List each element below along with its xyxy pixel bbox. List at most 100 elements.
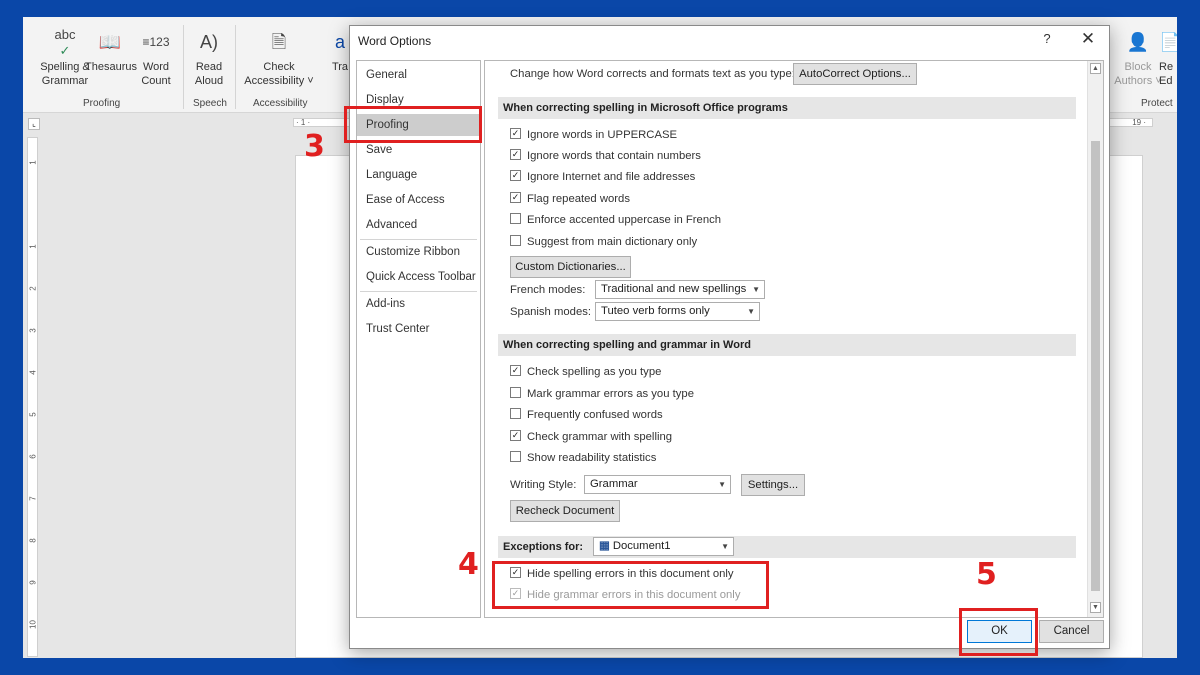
translate-icon: a (334, 32, 345, 52)
read-aloud-icon: A) (200, 32, 218, 52)
ruler-right-mark: 19 · (1132, 118, 1146, 127)
checkbox[interactable] (510, 213, 521, 224)
option-enforce-accented[interactable]: Enforce accented uppercase in French (510, 211, 721, 229)
thesaurus-label: Thesaurus (85, 61, 137, 73)
option-label: Flag repeated words (527, 193, 630, 205)
close-button[interactable]: ✕ (1078, 29, 1098, 49)
checkbox[interactable] (510, 235, 521, 246)
group-separator (235, 25, 236, 109)
option-main-dictionary[interactable]: Suggest from main dictionary only (510, 233, 697, 251)
translate-button[interactable]: a Tra (329, 27, 351, 74)
option-flag-repeated[interactable]: Flag repeated words (510, 190, 630, 208)
french-modes-value: Traditional and new spellings (601, 283, 747, 295)
checkbox[interactable] (510, 408, 521, 419)
restrict-editing-label: Re Ed (1159, 61, 1174, 87)
highlight-proofing (344, 106, 482, 143)
dialog-title: Word Options (358, 34, 432, 48)
ruler-left-mark: · 1 · (296, 118, 311, 127)
writing-style-dropdown[interactable]: Grammar ▼ (584, 475, 731, 494)
spelling-grammar-label: Spelling & Grammar (40, 61, 90, 87)
read-aloud-label: Read Aloud (194, 61, 224, 87)
translate-label: Tra (331, 61, 349, 73)
checkbox[interactable] (510, 192, 521, 203)
nav-divider (360, 291, 477, 292)
nav-item-general[interactable]: General (357, 64, 480, 86)
ruler-v-mark: 1 (28, 244, 38, 249)
ruler-v-mark: 5 (28, 412, 38, 417)
ruler-v-mark: 9 (28, 580, 38, 585)
checkbox[interactable] (510, 170, 521, 181)
writing-style-label: Writing Style: (510, 479, 577, 491)
ruler-v-mark: 7 (28, 496, 38, 501)
vertical-scrollbar[interactable]: ▲ ▼ (1087, 61, 1103, 617)
writing-style-value: Grammar (590, 478, 638, 490)
checkbox[interactable] (510, 149, 521, 160)
ruler-v-mark: 8 (28, 538, 38, 543)
cancel-button[interactable]: Cancel (1039, 620, 1104, 643)
recheck-document-button[interactable]: Recheck Document (510, 500, 620, 522)
read-aloud-button[interactable]: A) Read Aloud (189, 27, 229, 88)
checkbox[interactable] (510, 365, 521, 376)
option-check-spelling[interactable]: Check spelling as you type (510, 363, 661, 381)
nav-divider (360, 239, 477, 240)
option-label: Enforce accented uppercase in French (527, 214, 722, 226)
nav-item-ease-of-access[interactable]: Ease of Access (357, 189, 480, 211)
settings-button[interactable]: Settings... (741, 474, 805, 496)
vertical-ruler[interactable]: 1 1 2 3 4 5 6 7 8 9 10 (27, 137, 38, 657)
french-modes-label: French modes: (510, 284, 586, 296)
option-confused-words[interactable]: Frequently confused words (510, 406, 663, 424)
spanish-modes-dropdown[interactable]: Tuteo verb forms only ▼ (595, 302, 760, 321)
checkbox[interactable] (510, 430, 521, 441)
exceptions-dropdown[interactable]: ▦ Document1 ▼ (593, 537, 734, 556)
autocorrect-description: Change how Word corrects and formats tex… (510, 68, 795, 80)
option-label: Ignore words that contain numbers (527, 150, 701, 162)
option-ignore-internet[interactable]: Ignore Internet and file addresses (510, 168, 695, 186)
word-count-label: Word Count (141, 61, 171, 87)
ruler-v-mark: 6 (28, 454, 38, 459)
nav-item-language[interactable]: Language (357, 164, 480, 186)
option-ignore-uppercase[interactable]: Ignore words in UPPERCASE (510, 126, 677, 144)
group-label-proofing: Proofing (83, 98, 121, 109)
help-button[interactable]: ? (1040, 31, 1054, 46)
word-count-icon: ≡123 (142, 35, 170, 49)
nav-item-customize-ribbon[interactable]: Customize Ribbon (357, 241, 480, 263)
option-label: Mark grammar errors as you type (527, 388, 694, 400)
restrict-editing-button[interactable]: 📄 Re Ed (1159, 27, 1177, 88)
nav-item-advanced[interactable]: Advanced (357, 214, 480, 236)
step-4-label: 4 (458, 547, 479, 582)
chevron-down-icon: ▼ (752, 285, 760, 294)
french-modes-dropdown[interactable]: Traditional and new spellings ▼ (595, 280, 765, 299)
option-label: Suggest from main dictionary only (527, 236, 698, 248)
section-spelling-word: When correcting spelling and grammar in … (498, 334, 1076, 356)
option-label: Ignore words in UPPERCASE (527, 129, 678, 141)
checkbox[interactable] (510, 451, 521, 462)
checkbox[interactable] (510, 387, 521, 398)
chevron-down-icon: ▼ (718, 480, 726, 489)
word-count-button[interactable]: ≡123 Word Count (136, 27, 176, 88)
option-readability[interactable]: Show readability statistics (510, 449, 656, 467)
thesaurus-button[interactable]: 📖 Thesaurus (85, 27, 137, 74)
option-mark-grammar[interactable]: Mark grammar errors as you type (510, 385, 694, 403)
custom-dictionaries-button[interactable]: Custom Dictionaries... (510, 256, 631, 278)
scroll-down-icon[interactable]: ▼ (1090, 602, 1101, 613)
tab-selector[interactable]: ⌞ (28, 118, 40, 130)
autocorrect-options-button[interactable]: AutoCorrect Options... (793, 63, 917, 85)
option-check-grammar[interactable]: Check grammar with spelling (510, 428, 672, 446)
check-accessibility-button[interactable]: 🗎 Check Accessibility ˅ (239, 27, 319, 88)
scroll-up-icon[interactable]: ▲ (1090, 63, 1101, 74)
nav-item-add-ins[interactable]: Add-ins (357, 293, 480, 315)
nav-item-quick-access-toolbar[interactable]: Quick Access Toolbar (357, 266, 480, 288)
option-label: Frequently confused words (527, 409, 663, 421)
scroll-thumb[interactable] (1091, 141, 1100, 591)
block-authors-icon: 👤 (1126, 32, 1150, 52)
block-authors-button[interactable]: 👤 Block Authors ˅ (1111, 27, 1165, 88)
section-exceptions: Exceptions for: (498, 536, 1076, 558)
group-label-speech: Speech (193, 98, 227, 109)
option-ignore-numbers[interactable]: Ignore words that contain numbers (510, 147, 701, 165)
spanish-modes-label: Spanish modes: (510, 306, 592, 318)
nav-item-trust-center[interactable]: Trust Center (357, 318, 480, 340)
option-label: Show readability statistics (527, 452, 657, 464)
option-label: Check spelling as you type (527, 366, 662, 378)
ruler-v-mark: 1 (28, 160, 38, 165)
checkbox[interactable] (510, 128, 521, 139)
